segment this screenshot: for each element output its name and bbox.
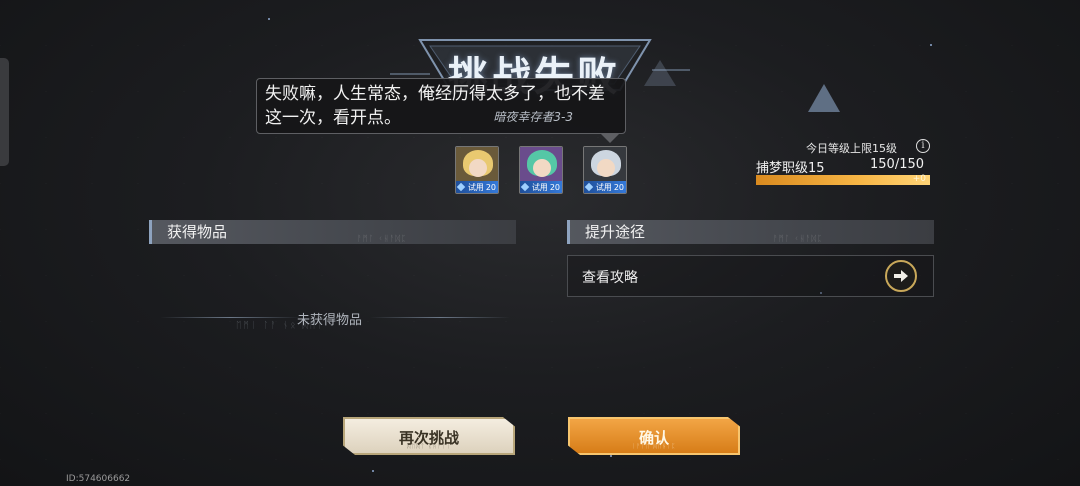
character-level: 20	[613, 182, 624, 192]
divider-line	[160, 317, 300, 318]
daily-level-limit: 今日等级上限15级	[806, 142, 897, 155]
view-guide-label: 查看攻略	[582, 270, 638, 286]
trial-level-badge: 试用 20	[456, 181, 498, 193]
trial-level-badge: 试用 20	[520, 181, 562, 193]
trial-level-badge: 试用 20	[584, 181, 626, 193]
dialogue-bubble: 失败嘛，人生常态，俺经历得太多了，也不差这一次，看开点。 暗夜幸存者3-3	[256, 78, 626, 134]
speaker-name: 暗夜幸存者3-3	[493, 110, 573, 124]
bubble-tail	[600, 133, 620, 143]
retry-button[interactable]: 再次挑战 ᛞᛖᛞᛏ ᚱᚺᚨᛏᛁ	[343, 417, 515, 455]
side-notch	[0, 58, 9, 166]
diamond-icon	[584, 182, 594, 192]
character-card[interactable]: 试用 20	[583, 146, 627, 194]
header-ornament: ᚨᛗᛚ ᚲᚺᚨᛞᛈ	[357, 234, 407, 243]
trial-tag: 试用	[595, 182, 612, 192]
view-guide-row[interactable]: 查看攻略	[567, 255, 934, 297]
confirm-button[interactable]: 确认 ᛁᚨᛏᛖ ᛞᛖᚺᛁᛈ	[568, 417, 740, 455]
sparkle-star	[930, 44, 932, 46]
diamond-icon	[456, 182, 466, 192]
character-card[interactable]: 试用 20	[455, 146, 499, 194]
sparkle-star	[372, 470, 374, 472]
obtained-items-header: 获得物品 ᚨᛗᛚ ᚲᚺᚨᛞᛈ	[149, 220, 516, 244]
confirm-button-subtext: ᛁᚨᛏᛖ ᛞᛖᚺᛁᛈ	[631, 443, 677, 450]
divider-line	[370, 317, 510, 318]
sparkle-star	[268, 18, 270, 20]
sparkle-star	[610, 455, 612, 457]
player-id: ID:574606662	[66, 474, 131, 484]
exp-progress-bar: +0	[756, 174, 930, 185]
exp-gain: +0	[912, 174, 926, 184]
header-ornament: ᚨᛗᛚ ᚲᚺᚨᛞᛈ	[773, 234, 823, 243]
obtained-items-title: 获得物品	[167, 223, 228, 241]
character-level: 20	[485, 182, 496, 192]
retry-button-subtext: ᛞᛖᛞᛏ ᚱᚺᚨᛏᛁ	[406, 443, 452, 450]
info-icon[interactable]: i	[916, 139, 930, 153]
diamond-icon	[520, 182, 530, 192]
character-level: 20	[549, 182, 560, 192]
improve-methods-title: 提升途径	[585, 223, 646, 241]
triangle-decoration	[808, 84, 840, 112]
exp-value: 150/150	[870, 157, 925, 172]
job-level-label: 捕梦职级15	[756, 161, 825, 176]
empty-ornament: ᛖᛗᛁ ᛚᚨ ᚾᛟ ᛞᛗᛚ	[236, 321, 325, 331]
improve-methods-header: 提升途径 ᚨᛗᛚ ᚲᚺᚨᛞᛈ	[567, 220, 934, 244]
character-card[interactable]: 试用 20	[519, 146, 563, 194]
trial-tag: 试用	[531, 182, 548, 192]
exp-progress-fill	[756, 175, 930, 185]
trial-tag: 试用	[467, 182, 484, 192]
arrow-right-icon[interactable]	[885, 260, 917, 292]
